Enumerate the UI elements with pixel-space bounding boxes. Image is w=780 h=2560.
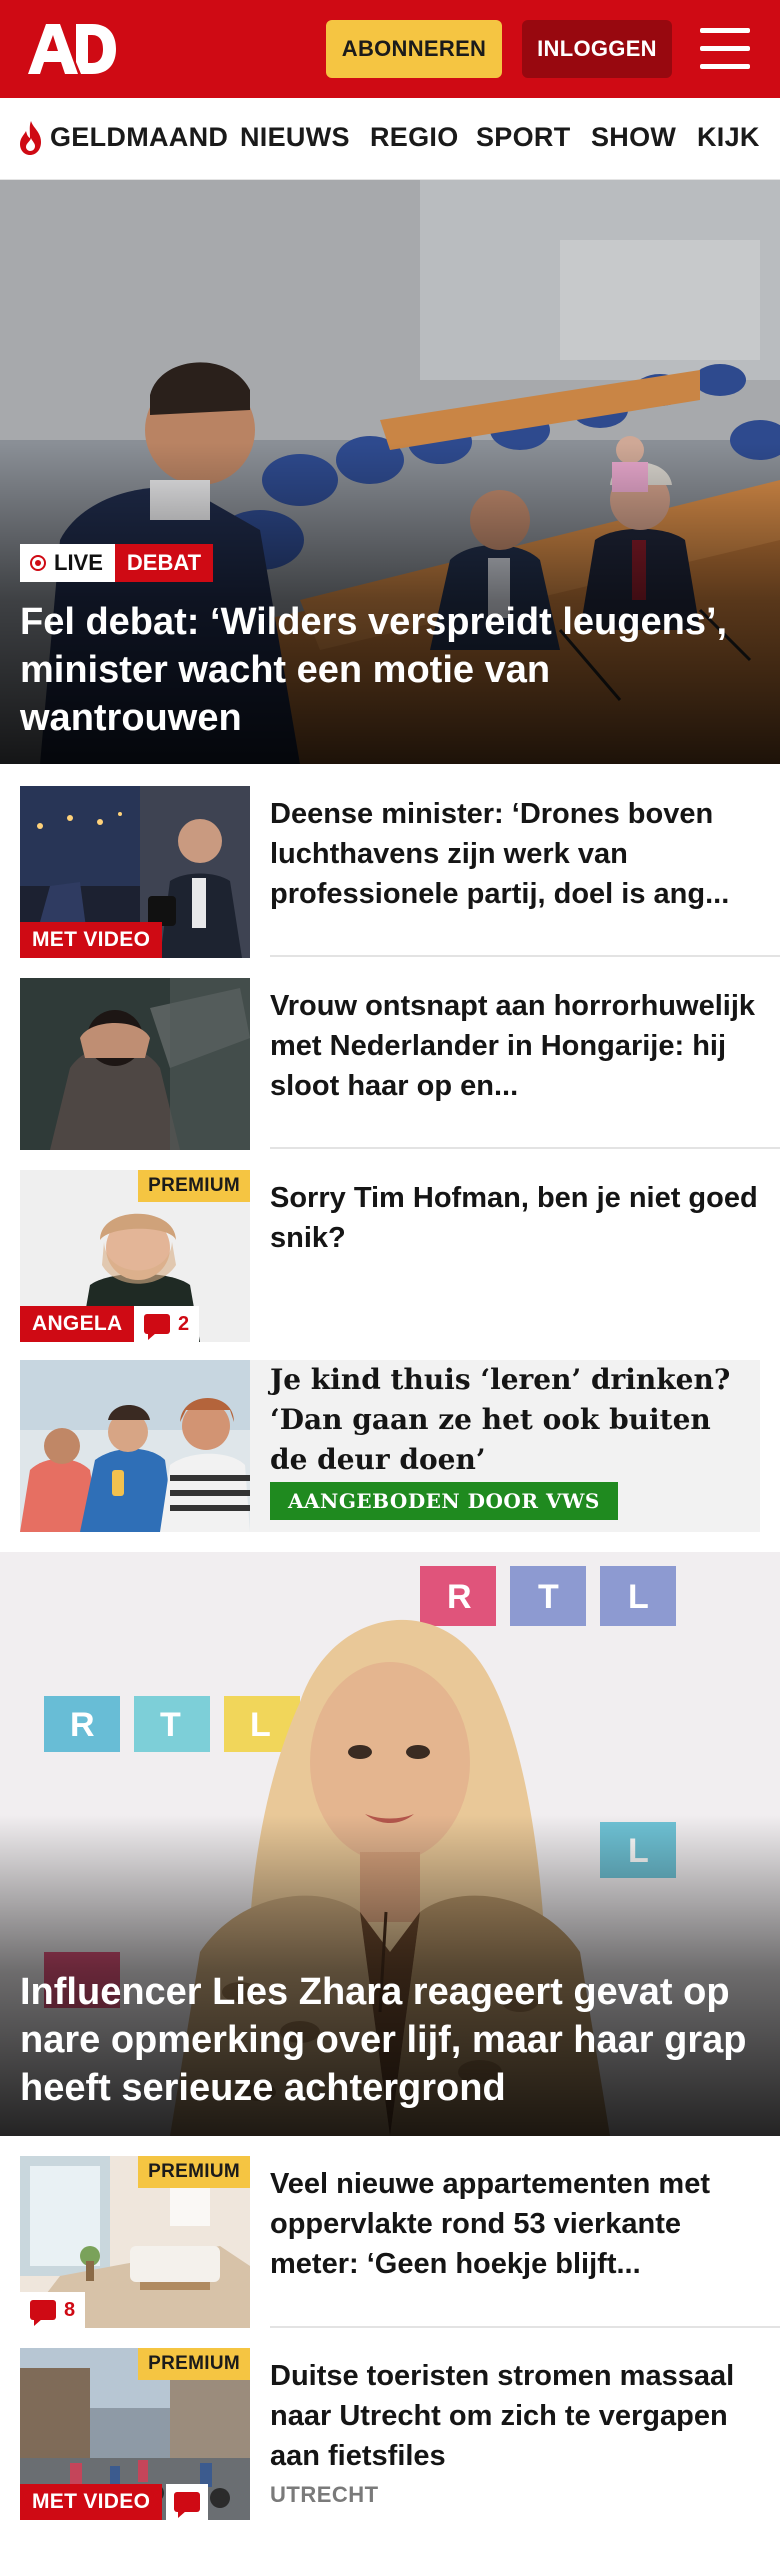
subscribe-button[interactable]: ABONNEREN [326,20,502,78]
article-thumbnail: PREMIUM ANGELA 2 [20,1170,250,1342]
premium-badge: PREMIUM [138,1170,250,1202]
ad-logo[interactable] [26,22,118,76]
article-thumbnail: MET VIDEO [20,786,250,958]
article-thumbnail: PREMIUM MET VIDEO [20,2348,250,2520]
article-thumbnail: PREMIUM 8 [20,2156,250,2328]
comment-count-value: 8 [64,2298,76,2321]
author-label: ANGELA [20,1306,135,1342]
section-nav: GELDMAAND NIEUWS REGIO SPORT SHOW KIJK [0,98,780,180]
premium-badge: PREMIUM [138,2348,250,2380]
divider [270,1147,780,1149]
hamburger-menu-icon[interactable] [700,28,750,70]
sponsored-item[interactable]: Je kind thuis ‘leren’ drinken? ‘Dan gaan… [20,1360,760,1532]
thumbnail-image [20,978,250,1150]
nav-item-kijk[interactable]: KIJK [697,122,760,153]
article-thumbnail [20,978,250,1150]
sponsored-label: AANGEBODEN DOOR VWS [270,1482,618,1520]
comment-count-value: 2 [178,1312,190,1335]
comment-bubble-icon [174,2492,200,2518]
article-title[interactable]: Vrouw ontsnapt aan horrorhuwe­lijk met N… [270,986,760,1106]
list-item[interactable]: PREMIUM 8 Veel nieuwe appartementen met … [20,2156,760,2328]
article-title[interactable]: Duitse toeristen stromen massaal naar Ut… [270,2356,760,2476]
comment-count[interactable]: 8 [20,2292,86,2328]
article-title[interactable]: Veel nieuwe appartementen met oppervlakt… [270,2164,760,2284]
comment-bubble-icon [144,1314,170,1340]
live-label: LIVE [54,550,103,575]
comment-count[interactable]: 2 [134,1306,200,1342]
top-bar: ABONNEREN INLOGGEN [0,0,780,98]
article-title[interactable]: Deense minister: ‘Drones boven luchthave… [270,794,760,914]
comment-bubble-icon [30,2300,56,2326]
list-item[interactable]: PREMIUM ANGELA 2 Sorry Tim Hofman, ben j… [20,1170,760,1342]
nav-item-show[interactable]: SHOW [591,122,676,153]
category-badge: DEBAT [114,544,214,582]
live-dot-icon [30,555,46,571]
nav-item-sport[interactable]: SPORT [476,122,571,153]
video-label: MET VIDEO [20,922,163,958]
divider [270,2326,780,2328]
login-button[interactable]: INLOGGEN [522,20,672,78]
sponsored-thumbnail [20,1360,250,1532]
comment-count[interactable] [166,2484,208,2520]
list-item[interactable]: MET VIDEO Deense minister: ‘Drones boven… [20,786,760,958]
live-badge: LIVE [20,544,115,582]
nav-item-regio[interactable]: REGIO [370,122,459,153]
hero-headline[interactable]: Fel debat: ‘Wilders verspreidt leugens’,… [20,598,760,742]
nav-item-geldmaand[interactable]: GELDMAAND [50,122,228,153]
premium-badge: PREMIUM [138,2156,250,2188]
list-item[interactable]: Vrouw ontsnapt aan horrorhuwe­lijk met N… [20,978,760,1150]
list-item[interactable]: PREMIUM MET VIDEO Duitse toeristen strom… [20,2348,760,2520]
article-title[interactable]: Sorry Tim Hofman, ben je niet goed snik? [270,1178,760,1258]
hero-badges: LIVE DEBAT [20,544,214,582]
flame-icon [20,121,41,155]
nav-item-nieuws[interactable]: NIEUWS [240,122,350,153]
hero-article[interactable]: LIVE DEBAT Fel debat: ‘Wilders verspreid… [0,180,780,764]
thumbnail-image [20,1360,250,1532]
video-label: MET VIDEO [20,2484,163,2520]
sponsored-title[interactable]: Je kind thuis ‘leren’ drinken? ‘Dan gaan… [270,1360,750,1480]
region-tag[interactable]: UTRECHT [270,2482,379,2508]
divider [270,955,780,957]
featured-article[interactable]: RTL RTL L Influencer Lies Zhara reageer [0,1552,780,2136]
featured-headline[interactable]: Influencer Lies Zhara reageert gevat op … [20,1968,770,2112]
